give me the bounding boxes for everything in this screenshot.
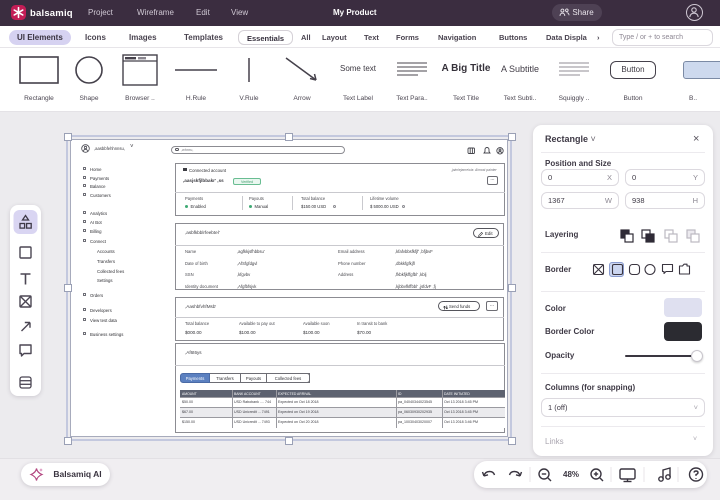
svg-text:48%: 48% [563,470,579,479]
